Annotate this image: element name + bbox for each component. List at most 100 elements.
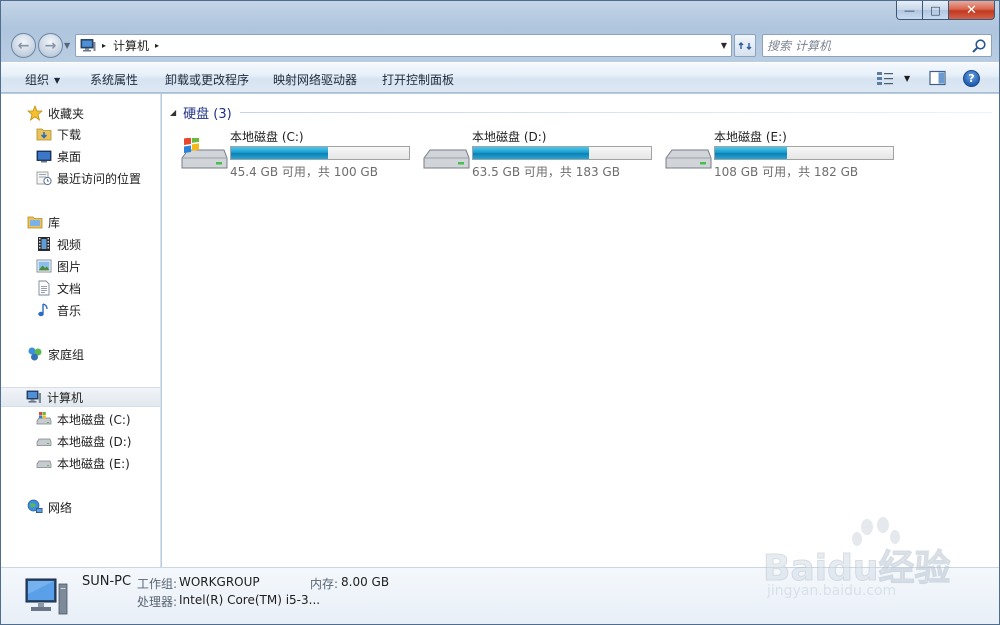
recent-pages-dropdown[interactable]: ▼ bbox=[64, 41, 70, 50]
sidebar-item-drive-d[interactable]: 本地磁盘 (D:) bbox=[1, 431, 160, 451]
documents-icon bbox=[38, 280, 50, 296]
computer-icon bbox=[26, 390, 41, 403]
sidebar-item-homegroup[interactable]: 家庭组 bbox=[1, 344, 160, 364]
sidebar-item-label: 本地磁盘 (E:) bbox=[57, 456, 130, 471]
sidebar-item-label: 本地磁盘 (D:) bbox=[57, 434, 132, 449]
drive-usage-bar bbox=[714, 146, 894, 160]
close-button[interactable]: ✕ bbox=[949, 1, 995, 20]
sidebar-item-label: 最近访问的位置 bbox=[57, 171, 142, 186]
sidebar-item-favorites[interactable]: 收藏夹 bbox=[1, 103, 160, 123]
group-header-hard-disks[interactable]: ◢ 硬盘 (3) bbox=[170, 102, 992, 122]
group-divider bbox=[239, 111, 992, 113]
forward-arrow-icon: → bbox=[44, 37, 57, 54]
breadcrumb-separator[interactable]: ▸ bbox=[155, 41, 159, 50]
help-icon[interactable]: ? bbox=[963, 70, 980, 87]
drive-usage-fill bbox=[715, 147, 788, 159]
sidebar-item-downloads[interactable]: 下载 bbox=[1, 124, 160, 144]
videos-icon bbox=[38, 237, 50, 251]
drive-icon bbox=[36, 460, 52, 468]
drive-usage-bar bbox=[472, 146, 652, 160]
system-properties-button[interactable]: 系统属性 bbox=[90, 71, 138, 87]
maximize-button[interactable]: □ bbox=[923, 1, 949, 20]
sidebar-item-label: 下载 bbox=[57, 127, 82, 142]
breadcrumb-separator[interactable]: ▸ bbox=[102, 41, 106, 50]
drive-icon bbox=[665, 149, 712, 169]
collapse-icon[interactable]: ◢ bbox=[170, 108, 176, 117]
sidebar-item-drive-e[interactable]: 本地磁盘 (E:) bbox=[1, 453, 160, 473]
address-history-dropdown[interactable]: ▼ bbox=[721, 35, 727, 56]
sidebar-item-music[interactable]: 音乐 bbox=[1, 300, 160, 320]
forward-button[interactable]: → bbox=[38, 33, 63, 58]
libraries-icon bbox=[27, 216, 43, 229]
title-bar[interactable]: — □ ✕ bbox=[1, 1, 999, 29]
sidebar-item-pictures[interactable]: 图片 bbox=[1, 256, 160, 276]
sidebar-item-label: 计算机 bbox=[47, 390, 84, 405]
memory-label: 内存: bbox=[310, 577, 339, 591]
search-box[interactable] bbox=[762, 34, 992, 57]
sidebar-item-videos[interactable]: 视频 bbox=[1, 234, 160, 254]
system-drive-icon bbox=[181, 138, 228, 169]
change-view-button[interactable]: ▼ bbox=[876, 70, 912, 87]
sidebar-item-libraries[interactable]: 库 bbox=[1, 212, 160, 232]
sidebar-item-network[interactable]: 网络 bbox=[1, 497, 160, 517]
drive-tile-e[interactable]: 本地磁盘 (E:) 108 GB 可用，共 182 GB bbox=[664, 128, 904, 179]
sidebar-item-recent-places[interactable]: 最近访问的位置 bbox=[1, 168, 160, 188]
recent-places-icon bbox=[36, 171, 52, 186]
command-bar: 组织 ▼ 系统属性 卸载或更改程序 映射网络驱动器 打开控制面板 ▼ ? bbox=[1, 62, 999, 93]
computer-icon bbox=[80, 39, 96, 52]
drive-usage-bar bbox=[230, 146, 410, 160]
star-icon bbox=[27, 105, 43, 121]
memory-value: 8.00 GB bbox=[341, 575, 390, 589]
caption-buttons: — □ ✕ bbox=[896, 1, 995, 20]
sidebar-item-computer[interactable]: 计算机 bbox=[1, 387, 160, 407]
sidebar-item-desktop[interactable]: 桌面 bbox=[1, 146, 160, 166]
drive-free-space: 63.5 GB 可用，共 183 GB bbox=[472, 165, 620, 179]
sidebar-item-label: 桌面 bbox=[57, 149, 82, 164]
sidebar-item-label: 文档 bbox=[57, 281, 82, 296]
sidebar-item-documents[interactable]: 文档 bbox=[1, 278, 160, 298]
drive-name: 本地磁盘 (C:) bbox=[230, 130, 304, 144]
network-icon bbox=[27, 499, 43, 513]
workgroup-label: 工作组: bbox=[137, 577, 178, 591]
sidebar-item-drive-c[interactable]: 本地磁盘 (C:) bbox=[1, 409, 160, 429]
sidebar-item-label: 收藏夹 bbox=[48, 106, 85, 121]
sidebar-item-label: 家庭组 bbox=[48, 347, 85, 362]
explorer-window: — □ ✕ ← → ▼ ▸ 计算机 ▸ ▼ 搜索 计算机 组织 ▼ 系统属性 卸… bbox=[0, 0, 1000, 625]
refresh-button[interactable] bbox=[734, 34, 756, 57]
homegroup-icon bbox=[28, 347, 42, 361]
drive-name: 本地磁盘 (E:) bbox=[714, 130, 787, 144]
pictures-icon bbox=[36, 259, 52, 273]
drive-icon bbox=[423, 149, 470, 169]
minimize-button[interactable]: — bbox=[896, 1, 923, 20]
view-options-icon bbox=[877, 72, 893, 85]
organize-label: 组织 bbox=[25, 73, 50, 87]
open-control-panel-button[interactable]: 打开控制面板 bbox=[382, 71, 454, 87]
sidebar-item-label: 图片 bbox=[57, 259, 82, 274]
chevron-down-icon[interactable]: ▼ bbox=[904, 74, 910, 83]
search-input[interactable] bbox=[767, 37, 967, 54]
drive-tile-c[interactable]: 本地磁盘 (C:) 45.4 GB 可用，共 100 GB bbox=[180, 128, 420, 179]
system-drive-icon bbox=[36, 412, 52, 425]
search-icon[interactable] bbox=[971, 38, 987, 54]
sidebar-item-label: 库 bbox=[48, 215, 61, 230]
breadcrumb-computer[interactable]: 计算机 bbox=[113, 37, 149, 54]
pc-name: SUN-PC bbox=[82, 574, 132, 589]
computer-icon bbox=[25, 578, 68, 615]
drive-tile-d[interactable]: 本地磁盘 (D:) 63.5 GB 可用，共 183 GB bbox=[422, 128, 662, 179]
back-button[interactable]: ← bbox=[11, 33, 36, 58]
sidebar-item-label: 音乐 bbox=[57, 303, 82, 318]
sidebar-item-label: 视频 bbox=[57, 237, 82, 252]
preview-pane-icon[interactable] bbox=[929, 70, 947, 87]
drive-free-space: 108 GB 可用，共 182 GB bbox=[714, 165, 859, 179]
refresh-icon bbox=[738, 41, 752, 50]
content-area[interactable]: ◢ 硬盘 (3) 本地磁盘 (C:) 45.4 GB 可用，共 100 GB 本… bbox=[162, 94, 999, 567]
workgroup-value: WORKGROUP bbox=[179, 575, 260, 589]
music-icon bbox=[38, 303, 48, 317]
navigation-row: ← → ▼ ▸ 计算机 ▸ ▼ bbox=[1, 29, 999, 61]
map-network-drive-button[interactable]: 映射网络驱动器 bbox=[273, 71, 357, 87]
address-bar[interactable]: ▸ 计算机 ▸ ▼ bbox=[75, 34, 732, 57]
uninstall-program-button[interactable]: 卸载或更改程序 bbox=[165, 71, 249, 87]
chevron-down-icon: ▼ bbox=[54, 76, 61, 85]
organize-menu[interactable]: 组织 ▼ bbox=[25, 71, 60, 87]
navigation-pane[interactable]: 收藏夹 下载 桌面 最近访问的位置 库 视频 图片 文档 音乐 家庭组 计算机 … bbox=[1, 94, 161, 567]
